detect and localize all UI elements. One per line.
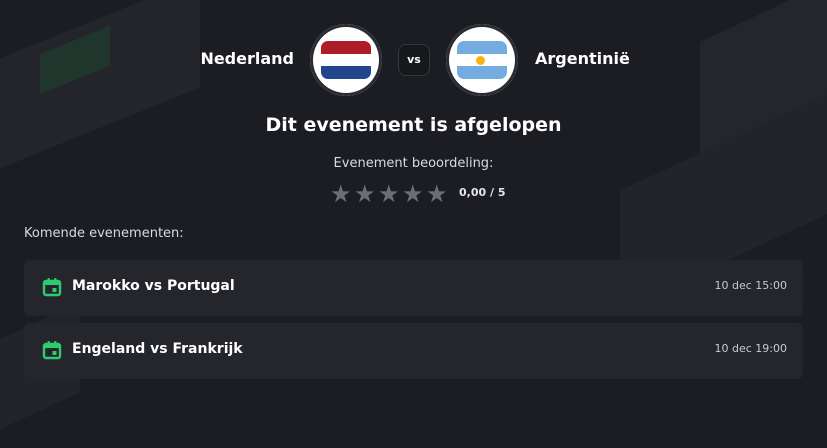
upcoming-event-item[interactable]: Marokko vs Portugal 10 dec 15:00 — [24, 260, 803, 316]
event-title: Marokko vs Portugal — [72, 278, 235, 294]
event-status-title: Dit evenement is afgelopen — [265, 114, 562, 136]
upcoming-event-item[interactable]: Engeland vs Frankrijk 10 dec 19:00 — [24, 323, 803, 379]
rating-value: 0,00 / 5 — [459, 186, 506, 199]
event-time: 10 dec 15:00 — [714, 279, 788, 292]
star-icon[interactable]: ★ — [378, 182, 400, 206]
match-header: Nederland vs Argentinië — [0, 24, 827, 96]
vs-badge: vs — [398, 44, 430, 76]
sun-of-may-icon — [476, 55, 485, 65]
home-team-name: Nederland — [200, 49, 294, 68]
home-team-badge — [310, 24, 382, 96]
event-time: 10 dec 19:00 — [714, 342, 788, 355]
calendar-icon — [42, 278, 62, 297]
netherlands-flag-icon — [321, 41, 371, 79]
upcoming-events-heading: Komende evenementen: — [24, 226, 184, 241]
calendar-icon — [42, 341, 62, 360]
star-icon[interactable]: ★ — [330, 182, 352, 206]
away-team-badge — [446, 24, 518, 96]
star-icon[interactable]: ★ — [426, 182, 448, 206]
event-title: Engeland vs Frankrijk — [72, 341, 243, 357]
star-icon[interactable]: ★ — [402, 182, 424, 206]
argentina-flag-icon — [457, 41, 507, 79]
rating-label: Evenement beoordeling: — [333, 156, 494, 171]
away-team-name: Argentinië — [535, 49, 630, 68]
star-icon[interactable]: ★ — [354, 182, 376, 206]
